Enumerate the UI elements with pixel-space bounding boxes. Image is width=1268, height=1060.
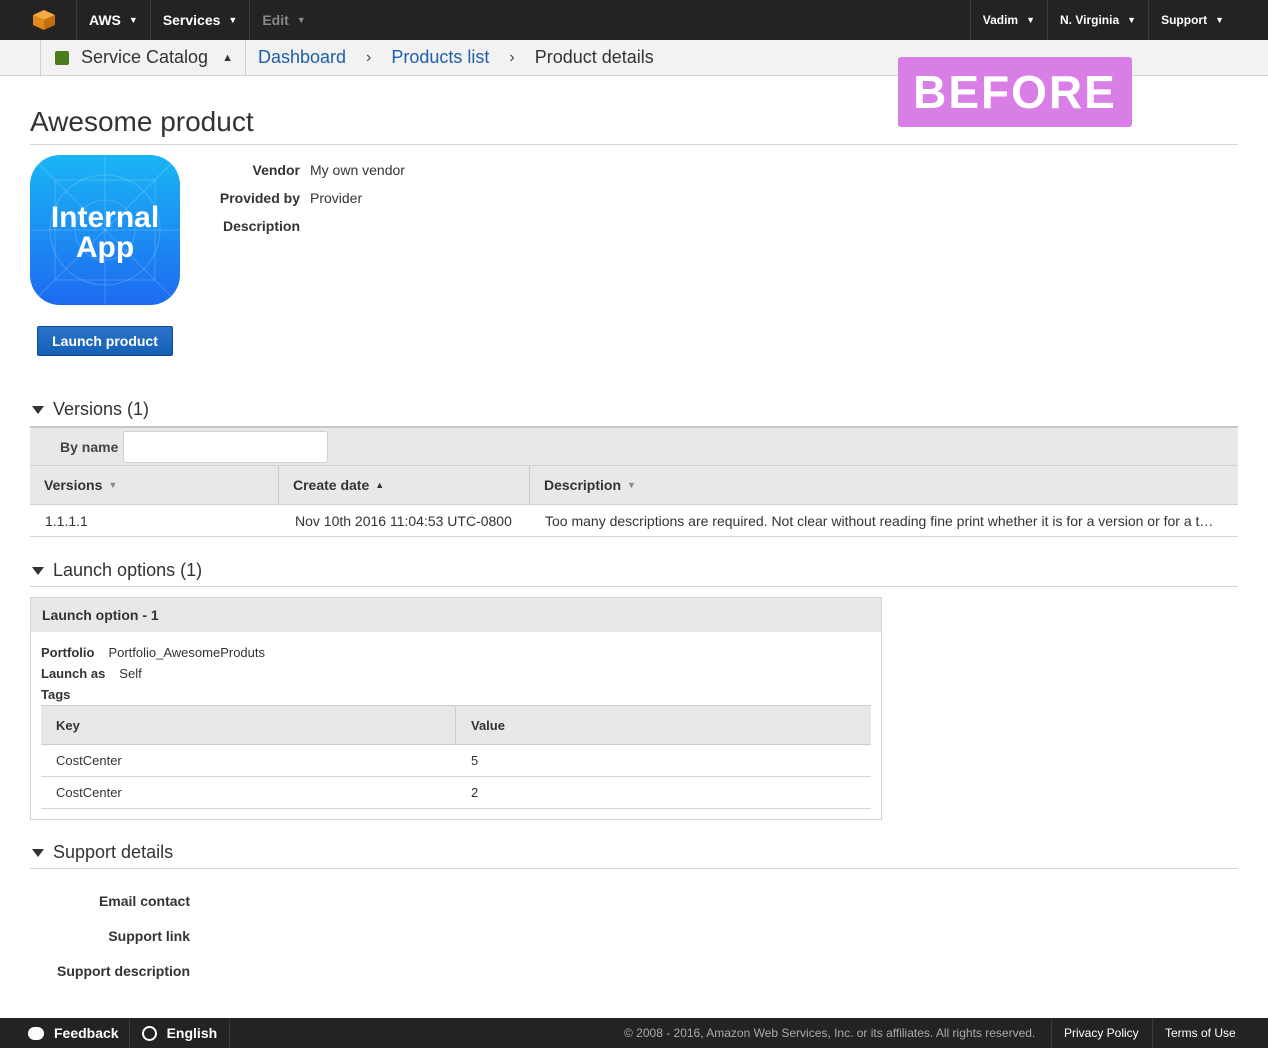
chevron-down-icon: ▼	[1215, 15, 1224, 25]
tags-table: Key Value CostCenter 5 CostCenter 2	[41, 705, 871, 809]
chevron-down-icon: ▼	[128, 15, 138, 25]
filter-by-name-input[interactable]	[123, 430, 329, 463]
launch-as-label: Launch as	[41, 666, 106, 681]
services-menu[interactable]: Services ▼	[149, 0, 250, 40]
aws-menu[interactable]: AWS ▼	[76, 0, 150, 40]
chevron-down-icon: ▼	[228, 15, 238, 25]
versions-section-toggle[interactable]: Versions (1)	[32, 399, 149, 420]
chevron-up-icon: ▲	[222, 51, 233, 64]
feedback-button[interactable]: Feedback	[0, 1018, 130, 1048]
breadcrumb-separator: ›	[366, 48, 372, 66]
product-meta: Vendor My own vendor Provided by Provider …	[200, 162, 405, 246]
breadcrumb-dashboard[interactable]: Dashboard	[258, 47, 346, 68]
page-title: Awesome product	[30, 106, 254, 137]
launch-as-value: Self	[119, 666, 142, 681]
tags-table-header: Key Value	[41, 705, 871, 745]
chevron-down-icon: ▼	[1127, 15, 1137, 25]
support-description-label: Support description	[57, 963, 190, 979]
breadcrumb-separator: ›	[509, 48, 515, 66]
caret-down-icon	[32, 566, 44, 575]
top-nav: AWS ▼ Services ▼ Edit ▼ Vadim ▼ N. Virginia ▼…	[0, 0, 1268, 40]
table-row: CostCenter 5	[41, 745, 871, 777]
versions-filter-bar: By name	[30, 426, 1238, 466]
column-description[interactable]: Description ▼	[530, 466, 1238, 504]
terms-of-use-link[interactable]: Terms of Use	[1152, 1018, 1248, 1048]
sort-down-icon: ▼	[108, 480, 118, 490]
icon-text-line1: Internal	[50, 201, 160, 234]
versions-table-header: Versions ▼ Create date ▲ Description ▼	[30, 466, 1238, 505]
chevron-down-icon: ▼	[1026, 15, 1036, 25]
product-app-icon: Internal App	[30, 155, 180, 305]
divider	[30, 586, 1238, 587]
column-value: Value	[471, 717, 505, 733]
user-menu[interactable]: Vadim ▼	[969, 0, 1047, 40]
launch-product-button[interactable]: Launch product	[37, 326, 173, 356]
chevron-down-icon: ▼	[296, 15, 306, 25]
column-create-date[interactable]: Create date ▲	[279, 466, 530, 504]
icon-text-line2: App	[75, 231, 135, 264]
aws-cube-icon[interactable]	[32, 9, 56, 31]
speech-bubble-icon	[28, 1026, 44, 1040]
support-menu[interactable]: Support ▼	[1148, 0, 1236, 40]
filter-label: By name	[60, 438, 119, 455]
portfolio-value: Portfolio_AwesomeProduts	[108, 645, 266, 660]
table-row: CostCenter 2	[41, 777, 871, 809]
vendor-label: Vendor	[252, 162, 300, 178]
provided-by-value: Provider	[310, 190, 363, 206]
support-details-section-toggle[interactable]: Support details	[32, 842, 173, 863]
launch-options-section-toggle[interactable]: Launch options (1)	[32, 560, 202, 581]
breadcrumb-products-list[interactable]: Products list	[391, 47, 489, 68]
caret-down-icon	[32, 848, 44, 857]
portfolio-label: Portfolio	[41, 645, 95, 660]
caret-down-icon	[32, 405, 44, 414]
sort-up-icon: ▲	[375, 480, 385, 490]
table-row[interactable]: 1.1.1.1 Nov 10th 2016 11:04:53 UTC-0800 …	[30, 505, 1238, 537]
language-selector[interactable]: English	[130, 1018, 231, 1048]
breadcrumb-product-details: Product details	[534, 47, 654, 67]
provided-by-label: Provided by	[219, 190, 300, 206]
divider	[30, 144, 1238, 145]
privacy-policy-link[interactable]: Privacy Policy	[1051, 1018, 1151, 1048]
tags-label: Tags	[41, 687, 71, 702]
column-key: Key	[41, 706, 456, 744]
copyright-text: © 2008 - 2016, Amazon Web Services, Inc.…	[624, 1026, 1036, 1040]
footer: Feedback English © 2008 - 2016, Amazon W…	[0, 1018, 1268, 1048]
edit-menu[interactable]: Edit ▼	[249, 0, 317, 40]
email-contact-label: Email contact	[98, 893, 190, 909]
sort-down-icon: ▼	[627, 480, 636, 490]
globe-icon	[141, 1025, 157, 1041]
launch-option-title: Launch option - 1	[31, 598, 881, 632]
service-switcher[interactable]: Service Catalog ▲	[40, 39, 246, 76]
divider	[30, 868, 1238, 869]
service-catalog-icon	[55, 50, 69, 65]
description-label: Description	[222, 218, 300, 234]
vendor-value: My own vendor	[310, 162, 405, 178]
launch-option-panel: Launch option - 1 Portfolio Portfolio_Awe…	[30, 597, 882, 820]
column-versions[interactable]: Versions ▼	[30, 466, 279, 504]
region-menu[interactable]: N. Virginia ▼	[1047, 0, 1148, 40]
support-link-label: Support link	[108, 928, 190, 944]
before-stamp: BEFORE	[898, 57, 1132, 127]
